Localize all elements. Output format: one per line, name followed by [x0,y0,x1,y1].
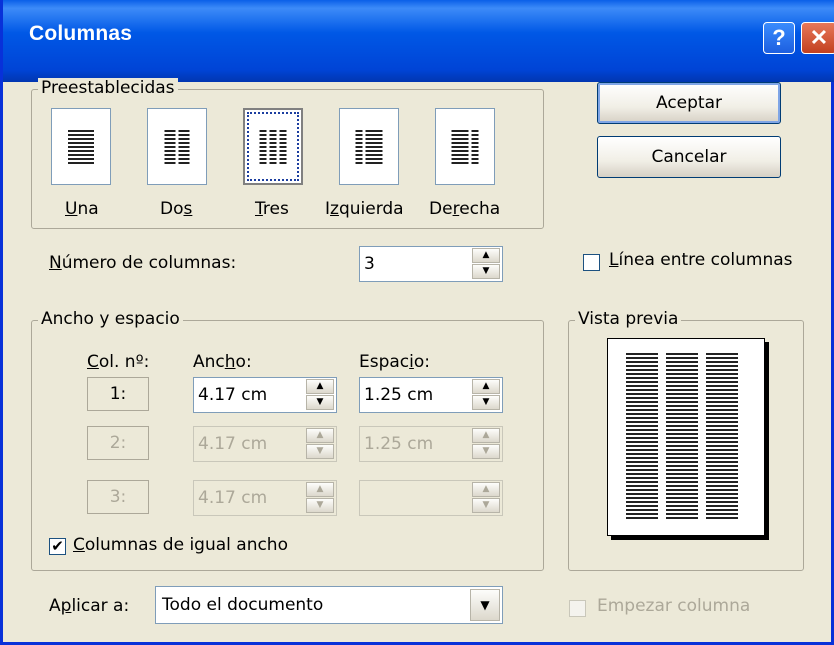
cancel-button[interactable]: Cancelar [597,136,781,178]
width-value-2: 4.17 cm [198,434,268,454]
presets-group-label: Preestablecidas [38,78,178,98]
preview-group-label: Vista previa [575,309,682,329]
apply-to-value: Todo el documento [162,595,324,615]
preset-two-label[interactable]: Dos [160,199,192,219]
apply-to-label: Aplicar a: [49,596,130,616]
help-button[interactable]: ? [763,22,795,54]
width-spinner-1[interactable]: 4.17 cm ▲ ▼ [193,377,337,413]
title-bar[interactable]: Columnas ? ✕ [3,0,834,82]
dialog-title: Columnas [29,22,133,45]
one-column-icon [68,129,94,164]
preview-columns-icon [626,353,738,521]
spin-down-icon[interactable]: ▼ [472,264,500,279]
preset-two-button[interactable] [147,108,207,185]
spin-up-icon[interactable]: ▲ [472,248,500,263]
preset-left-button[interactable] [339,108,399,185]
left-columns-icon [355,129,383,164]
close-button[interactable]: ✕ [801,22,834,54]
line-between-checkbox[interactable] [583,254,600,271]
spin-up-icon: ▲ [472,428,500,443]
width-value-1: 4.17 cm [198,385,268,405]
spin-down-icon: ▼ [472,444,500,459]
spin-up-icon: ▲ [306,428,334,443]
width-value-3: 4.17 cm [198,488,268,508]
preset-one-button[interactable] [51,108,111,185]
apply-to-select[interactable]: Todo el documento ▼ [155,586,503,624]
preview-page [607,338,765,536]
start-column-checkbox [569,600,586,617]
equal-width-label[interactable]: Columnas de igual ancho [73,535,288,555]
right-columns-icon [451,129,479,164]
spin-up-icon: ▲ [472,482,500,497]
three-columns-icon [259,129,287,164]
preset-right-label[interactable]: Derecha [429,199,500,219]
num-columns-spinner[interactable]: 3 ▲ ▼ [359,246,503,282]
col-number-header: Col. nº: [87,352,150,372]
spin-down-icon[interactable]: ▼ [472,395,500,410]
line-between-label[interactable]: Línea entre columnas [609,250,793,270]
spin-up-icon: ▲ [306,482,334,497]
width-spinner-2: 4.17 cm ▲ ▼ [193,426,337,462]
spin-up-icon[interactable]: ▲ [472,379,500,394]
num-columns-value: 3 [364,254,375,274]
spin-down-icon[interactable]: ▼ [306,395,334,410]
spacing-header: Espacio: [359,352,431,372]
start-column-label: Empezar columna [597,596,751,616]
equal-width-checkbox[interactable]: ✔ [49,538,66,555]
col-number-2: 2: [87,426,149,460]
preset-left-label[interactable]: Izquierda [325,199,404,219]
spin-down-icon: ▼ [306,498,334,513]
preset-right-button[interactable] [435,108,495,185]
spacing-value-1: 1.25 cm [364,385,434,405]
spacing-spinner-3: ▲ ▼ [359,480,503,516]
width-header: Ancho: [193,352,252,372]
spin-up-icon[interactable]: ▲ [306,379,334,394]
columns-dialog: Columnas ? ✕ Preestablecidas Una Dos Tre… [0,0,834,645]
chevron-down-icon[interactable]: ▼ [470,589,500,621]
col-number-3: 3: [87,480,149,514]
width-spacing-group-label: Ancho y espacio [38,309,183,329]
spin-down-icon: ▼ [472,498,500,513]
preset-three-button[interactable] [243,108,303,185]
num-columns-label: Número de columnas: [49,253,237,273]
preset-three-label[interactable]: Tres [255,199,289,219]
col-number-1: 1: [87,377,149,411]
spacing-value-2: 1.25 cm [364,434,434,454]
ok-button[interactable]: Aceptar [597,82,781,124]
spacing-spinner-2: 1.25 cm ▲ ▼ [359,426,503,462]
width-spinner-3: 4.17 cm ▲ ▼ [193,480,337,516]
preset-one-label[interactable]: Una [65,199,99,219]
spin-down-icon: ▼ [306,444,334,459]
spacing-spinner-1[interactable]: 1.25 cm ▲ ▼ [359,377,503,413]
two-columns-icon [164,129,190,164]
